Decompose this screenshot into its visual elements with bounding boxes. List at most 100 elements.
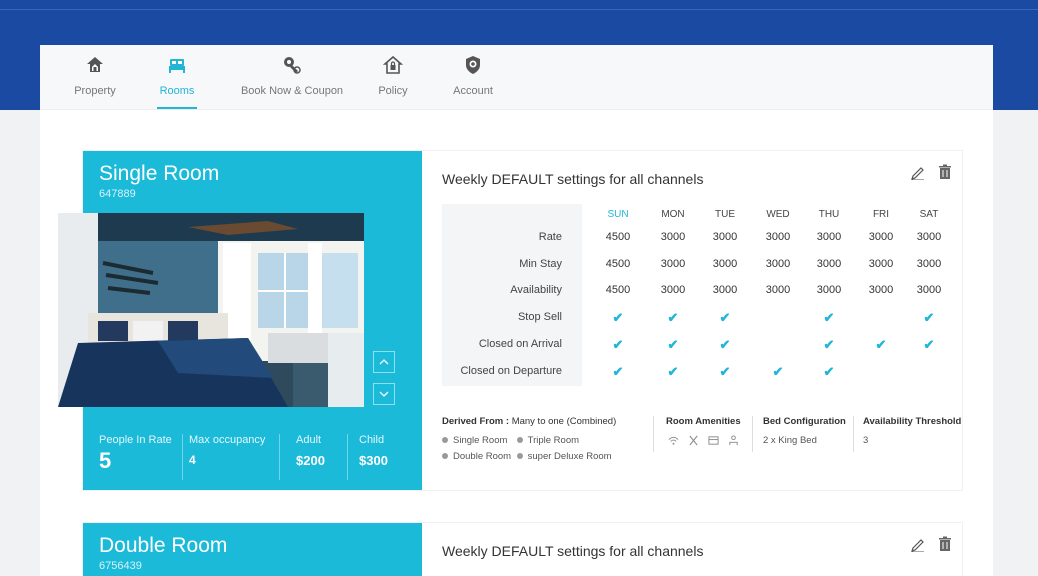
wifi-icon — [668, 436, 679, 445]
grid-cell[interactable]: 3000 — [861, 284, 901, 296]
check-icon[interactable]: ✔ — [809, 364, 849, 380]
room-code: 647889 — [99, 188, 136, 200]
day-header-wed: WED — [766, 209, 790, 220]
nav-item-property[interactable]: Property — [70, 55, 120, 110]
edit-icon[interactable] — [910, 536, 926, 552]
grid-cell[interactable]: 3000 — [758, 231, 798, 243]
day-header-mon: MON — [661, 209, 685, 220]
top-nav: Property Rooms Book Now & Coupon Policy — [40, 45, 993, 110]
grid-cell[interactable]: 3000 — [909, 231, 949, 243]
grid-cell[interactable]: 3000 — [809, 258, 849, 270]
weekly-title: Weekly DEFAULT settings for all channels — [442, 171, 704, 187]
nav-item-book-now-coupon[interactable]: Book Now & Coupon — [238, 55, 346, 110]
stat-label: Child — [359, 434, 385, 446]
grid-cell[interactable]: 3000 — [705, 231, 745, 243]
row-labels: Rate Min Stay Availability Stop Sell Clo… — [442, 204, 582, 386]
check-icon[interactable]: ✔ — [598, 337, 638, 353]
bullet-icon — [516, 437, 523, 444]
check-icon[interactable]: ✔ — [653, 337, 693, 353]
grid-cell[interactable]: 3000 — [861, 258, 901, 270]
grid-cell[interactable]: 3000 — [909, 284, 949, 296]
list-item: Single Room — [442, 435, 514, 446]
weekly-title: Weekly DEFAULT settings for all channels — [442, 543, 704, 559]
check-icon[interactable]: ✔ — [909, 337, 949, 353]
header-line — [0, 9, 1038, 10]
derived-room: Triple Room — [527, 435, 580, 446]
home-lock-icon — [373, 55, 413, 81]
row-label-closed-on-departure: Closed on Departure — [460, 365, 562, 377]
grid-cell[interactable]: 3000 — [653, 231, 693, 243]
trash-icon[interactable] — [938, 536, 952, 552]
room-code: 6756439 — [99, 560, 142, 572]
grid-cell[interactable]: 3000 — [809, 284, 849, 296]
grid-cell[interactable]: 3000 — [758, 258, 798, 270]
nav-item-rooms[interactable]: Rooms — [157, 55, 197, 110]
stat-label: Adult — [296, 434, 322, 446]
check-icon[interactable]: ✔ — [705, 337, 745, 353]
divider — [182, 434, 183, 480]
list-item: Triple Room — [516, 435, 580, 446]
shield-icon — [448, 55, 498, 81]
check-icon[interactable]: ✔ — [809, 337, 849, 353]
grid-cell[interactable]: 3000 — [705, 258, 745, 270]
availability-threshold: Availability Threshold 3 — [863, 416, 961, 446]
stat-child: Child $300 — [359, 434, 388, 468]
threshold-value: 3 — [863, 435, 869, 446]
bed-icon — [157, 55, 197, 81]
check-icon[interactable]: ✔ — [598, 364, 638, 380]
grid-cell[interactable]: 3000 — [705, 284, 745, 296]
person-icon — [729, 435, 738, 446]
card-icon — [708, 436, 719, 445]
derived-room: Single Room — [453, 435, 508, 446]
check-icon[interactable]: ✔ — [653, 364, 693, 380]
grid-cell[interactable]: 4500 — [598, 231, 638, 243]
list-item: Double Room — [442, 451, 514, 462]
check-icon[interactable]: ✔ — [705, 364, 745, 380]
check-icon[interactable]: ✔ — [758, 364, 798, 380]
room-photo — [58, 213, 364, 407]
room-stats: People In Rate 5 Max occupancy 4 Adult $… — [83, 434, 422, 492]
edit-icon[interactable] — [910, 164, 926, 180]
row-label-closed-on-arrival: Closed on Arrival — [478, 338, 562, 350]
scroll-up-button[interactable] — [373, 351, 395, 373]
grid-cell[interactable]: 3000 — [653, 284, 693, 296]
day-header-fri: FRI — [872, 209, 890, 220]
list-item: super Deluxe Room — [516, 451, 612, 462]
check-icon[interactable]: ✔ — [909, 310, 949, 326]
check-icon[interactable]: ✔ — [653, 310, 693, 326]
trash-icon[interactable] — [938, 164, 952, 180]
grid-cell[interactable]: 4500 — [598, 284, 638, 296]
grid-cell[interactable]: 4500 — [598, 258, 638, 270]
chevron-down-icon — [379, 391, 389, 397]
weekly-settings: Weekly DEFAULT settings for all channels — [422, 523, 964, 576]
check-icon[interactable]: ✔ — [598, 310, 638, 326]
day-header-sun: SUN — [607, 209, 629, 220]
stat-people-in-rate: People In Rate 5 — [99, 434, 172, 474]
grid-cell[interactable]: 3000 — [653, 258, 693, 270]
grid-cell[interactable]: 3000 — [809, 231, 849, 243]
bullet-icon — [442, 453, 448, 460]
room-details: Derived From : Many to one (Combined) Si… — [442, 416, 962, 476]
derived-label: Derived From : — [442, 416, 510, 427]
stat-max-occupancy: Max occupancy 4 — [189, 434, 265, 467]
nav-item-policy[interactable]: Policy — [373, 55, 413, 110]
divider — [752, 416, 753, 452]
room-summary: Double Room 6756439 — [83, 523, 422, 576]
nav-label: Account — [453, 85, 493, 97]
grid-cell[interactable]: 3000 — [758, 284, 798, 296]
active-tab-indicator — [157, 107, 197, 109]
key-icon — [238, 55, 346, 81]
grid-cell[interactable]: 3000 — [861, 231, 901, 243]
divider — [347, 434, 348, 480]
scroll-down-button[interactable] — [373, 383, 395, 405]
grid-cell[interactable]: 3000 — [909, 258, 949, 270]
room-card: Single Room 647889 People In Rate 5 Max … — [58, 150, 963, 492]
divider — [853, 416, 854, 452]
derived-room: Double Room — [453, 451, 512, 462]
row-label-rate: Rate — [538, 231, 562, 243]
check-icon[interactable]: ✔ — [809, 310, 849, 326]
nav-item-account[interactable]: Account — [448, 55, 498, 110]
check-icon[interactable]: ✔ — [861, 337, 901, 353]
stat-adult: Adult $200 — [296, 434, 325, 468]
check-icon[interactable]: ✔ — [705, 310, 745, 326]
